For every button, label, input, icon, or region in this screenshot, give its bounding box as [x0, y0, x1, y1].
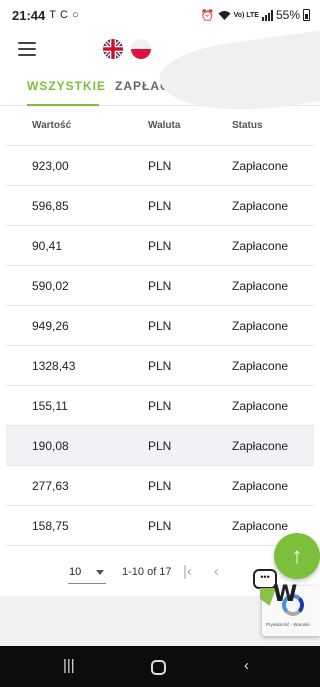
volte-icon: Vo) LTE — [233, 11, 259, 19]
signal-icon — [261, 9, 273, 21]
cell-currency: PLN — [148, 359, 172, 373]
cell-value: 596,85 — [32, 199, 69, 213]
screen: 21:44 T C ○ ⏰ Vo) LTE 55% WSZYSTKIE ZAPŁ… — [0, 0, 320, 687]
pl-flag-icon[interactable] — [131, 39, 151, 59]
cell-status: Zapłacone — [232, 479, 289, 493]
hamburger-icon[interactable] — [18, 42, 36, 56]
c-icon: C — [59, 9, 68, 21]
active-tab-indicator — [27, 104, 99, 106]
status-bar-right: ⏰ Vo) LTE 55% — [201, 8, 310, 22]
chevron-down-icon — [96, 570, 104, 575]
rows-per-page-select[interactable]: 10 — [68, 560, 106, 584]
table-row[interactable]: 923,00 PLN Zapłacone — [6, 146, 314, 186]
circle-icon: ○ — [71, 9, 79, 21]
first-page-icon[interactable]: |‹ — [183, 563, 192, 580]
wifi-icon — [218, 10, 231, 20]
column-header-currency[interactable]: Waluta — [148, 120, 180, 131]
arrow-up-icon: ↑ — [291, 543, 303, 568]
cell-currency: PLN — [148, 279, 172, 293]
table-row[interactable]: 596,85 PLN Zapłacone — [6, 186, 314, 226]
cell-currency: PLN — [148, 519, 172, 533]
table-row[interactable]: 190,08 PLN Zapłacone — [6, 426, 314, 466]
cell-status: Zapłacone — [232, 159, 289, 173]
cell-status: Zapłacone — [232, 279, 289, 293]
cell-value: 155,11 — [32, 399, 68, 413]
cell-currency: PLN — [148, 399, 172, 413]
payments-table: Wartość Waluta Status 923,00 PLN Zapłacone… — [6, 106, 314, 546]
table-row[interactable]: 277,63 PLN Zapłacone — [6, 466, 314, 506]
recents-icon[interactable]: ||| — [63, 657, 75, 674]
table-header: Wartość Waluta Status — [6, 106, 314, 146]
cell-status: Zapłacone — [232, 399, 289, 413]
cell-value: 923,00 — [32, 159, 69, 173]
cell-value: 277,63 — [32, 479, 69, 493]
cell-currency: PLN — [148, 319, 172, 333]
alarm-icon: ⏰ — [200, 9, 215, 22]
cell-currency: PLN — [148, 159, 172, 173]
table-row[interactable]: 590,02 PLN Zapłacone — [6, 266, 314, 306]
cell-status: Zapłacone — [232, 199, 289, 213]
cell-value: 158,75 — [32, 519, 69, 533]
cell-currency: PLN — [148, 199, 172, 213]
status-time: 21:44 — [12, 7, 46, 23]
tesla-icon: T — [49, 9, 56, 21]
home-icon[interactable] — [151, 660, 166, 675]
cell-value: 949,26 — [32, 319, 69, 333]
scroll-top-button[interactable]: ↑ — [274, 533, 320, 579]
recaptcha-text: Prywatność - Warunki — [266, 622, 310, 627]
cell-currency: PLN — [148, 479, 172, 493]
table-body: 923,00 PLN Zapłacone 596,85 PLN Zapłacone 90,4… — [6, 146, 314, 546]
cell-status: Zapłacone — [232, 239, 289, 253]
column-header-value[interactable]: Wartość — [32, 120, 71, 131]
system-nav-bar: ||| ‹ — [0, 646, 320, 687]
table-row[interactable]: 158,75 PLN Zapłacone — [6, 506, 314, 546]
cell-status: Zapłacone — [232, 319, 289, 333]
app-header — [0, 27, 320, 123]
table-row[interactable]: 90,41 PLN Zapłacone — [6, 226, 314, 266]
uk-flag-icon[interactable] — [103, 39, 123, 59]
battery-icon — [303, 9, 310, 21]
cell-currency: PLN — [148, 439, 172, 453]
cell-status: Zapłacone — [232, 439, 289, 453]
tab-all[interactable]: WSZYSTKIE — [27, 79, 106, 93]
table-row[interactable]: 1328,43 PLN Zapłacone — [6, 346, 314, 386]
status-bar-left: 21:44 T C ○ — [12, 8, 79, 23]
page-range: 1-10 of 17 — [122, 566, 172, 578]
rows-per-page-value: 10 — [69, 566, 82, 578]
cell-status: Zapłacone — [232, 359, 289, 373]
table-row[interactable]: 155,11 PLN Zapłacone — [6, 386, 314, 426]
battery-percent: 55% — [275, 8, 300, 22]
table-row[interactable]: 949,26 PLN Zapłacone — [6, 306, 314, 346]
brand-logo[interactable]: W — [273, 582, 297, 607]
back-icon[interactable]: ‹ — [244, 657, 249, 674]
cell-currency: PLN — [148, 239, 172, 253]
status-bar: 21:44 T C ○ ⏰ Vo) LTE 55% — [0, 0, 320, 30]
cell-value: 190,08 — [32, 439, 69, 453]
prev-page-icon[interactable]: ‹ — [214, 563, 219, 580]
cell-value: 90,41 — [32, 239, 63, 253]
column-header-status[interactable]: Status — [232, 120, 263, 131]
cell-status: Zapłacone — [232, 519, 289, 533]
cell-value: 590,02 — [32, 279, 69, 293]
cell-value: 1328,43 — [32, 359, 76, 373]
